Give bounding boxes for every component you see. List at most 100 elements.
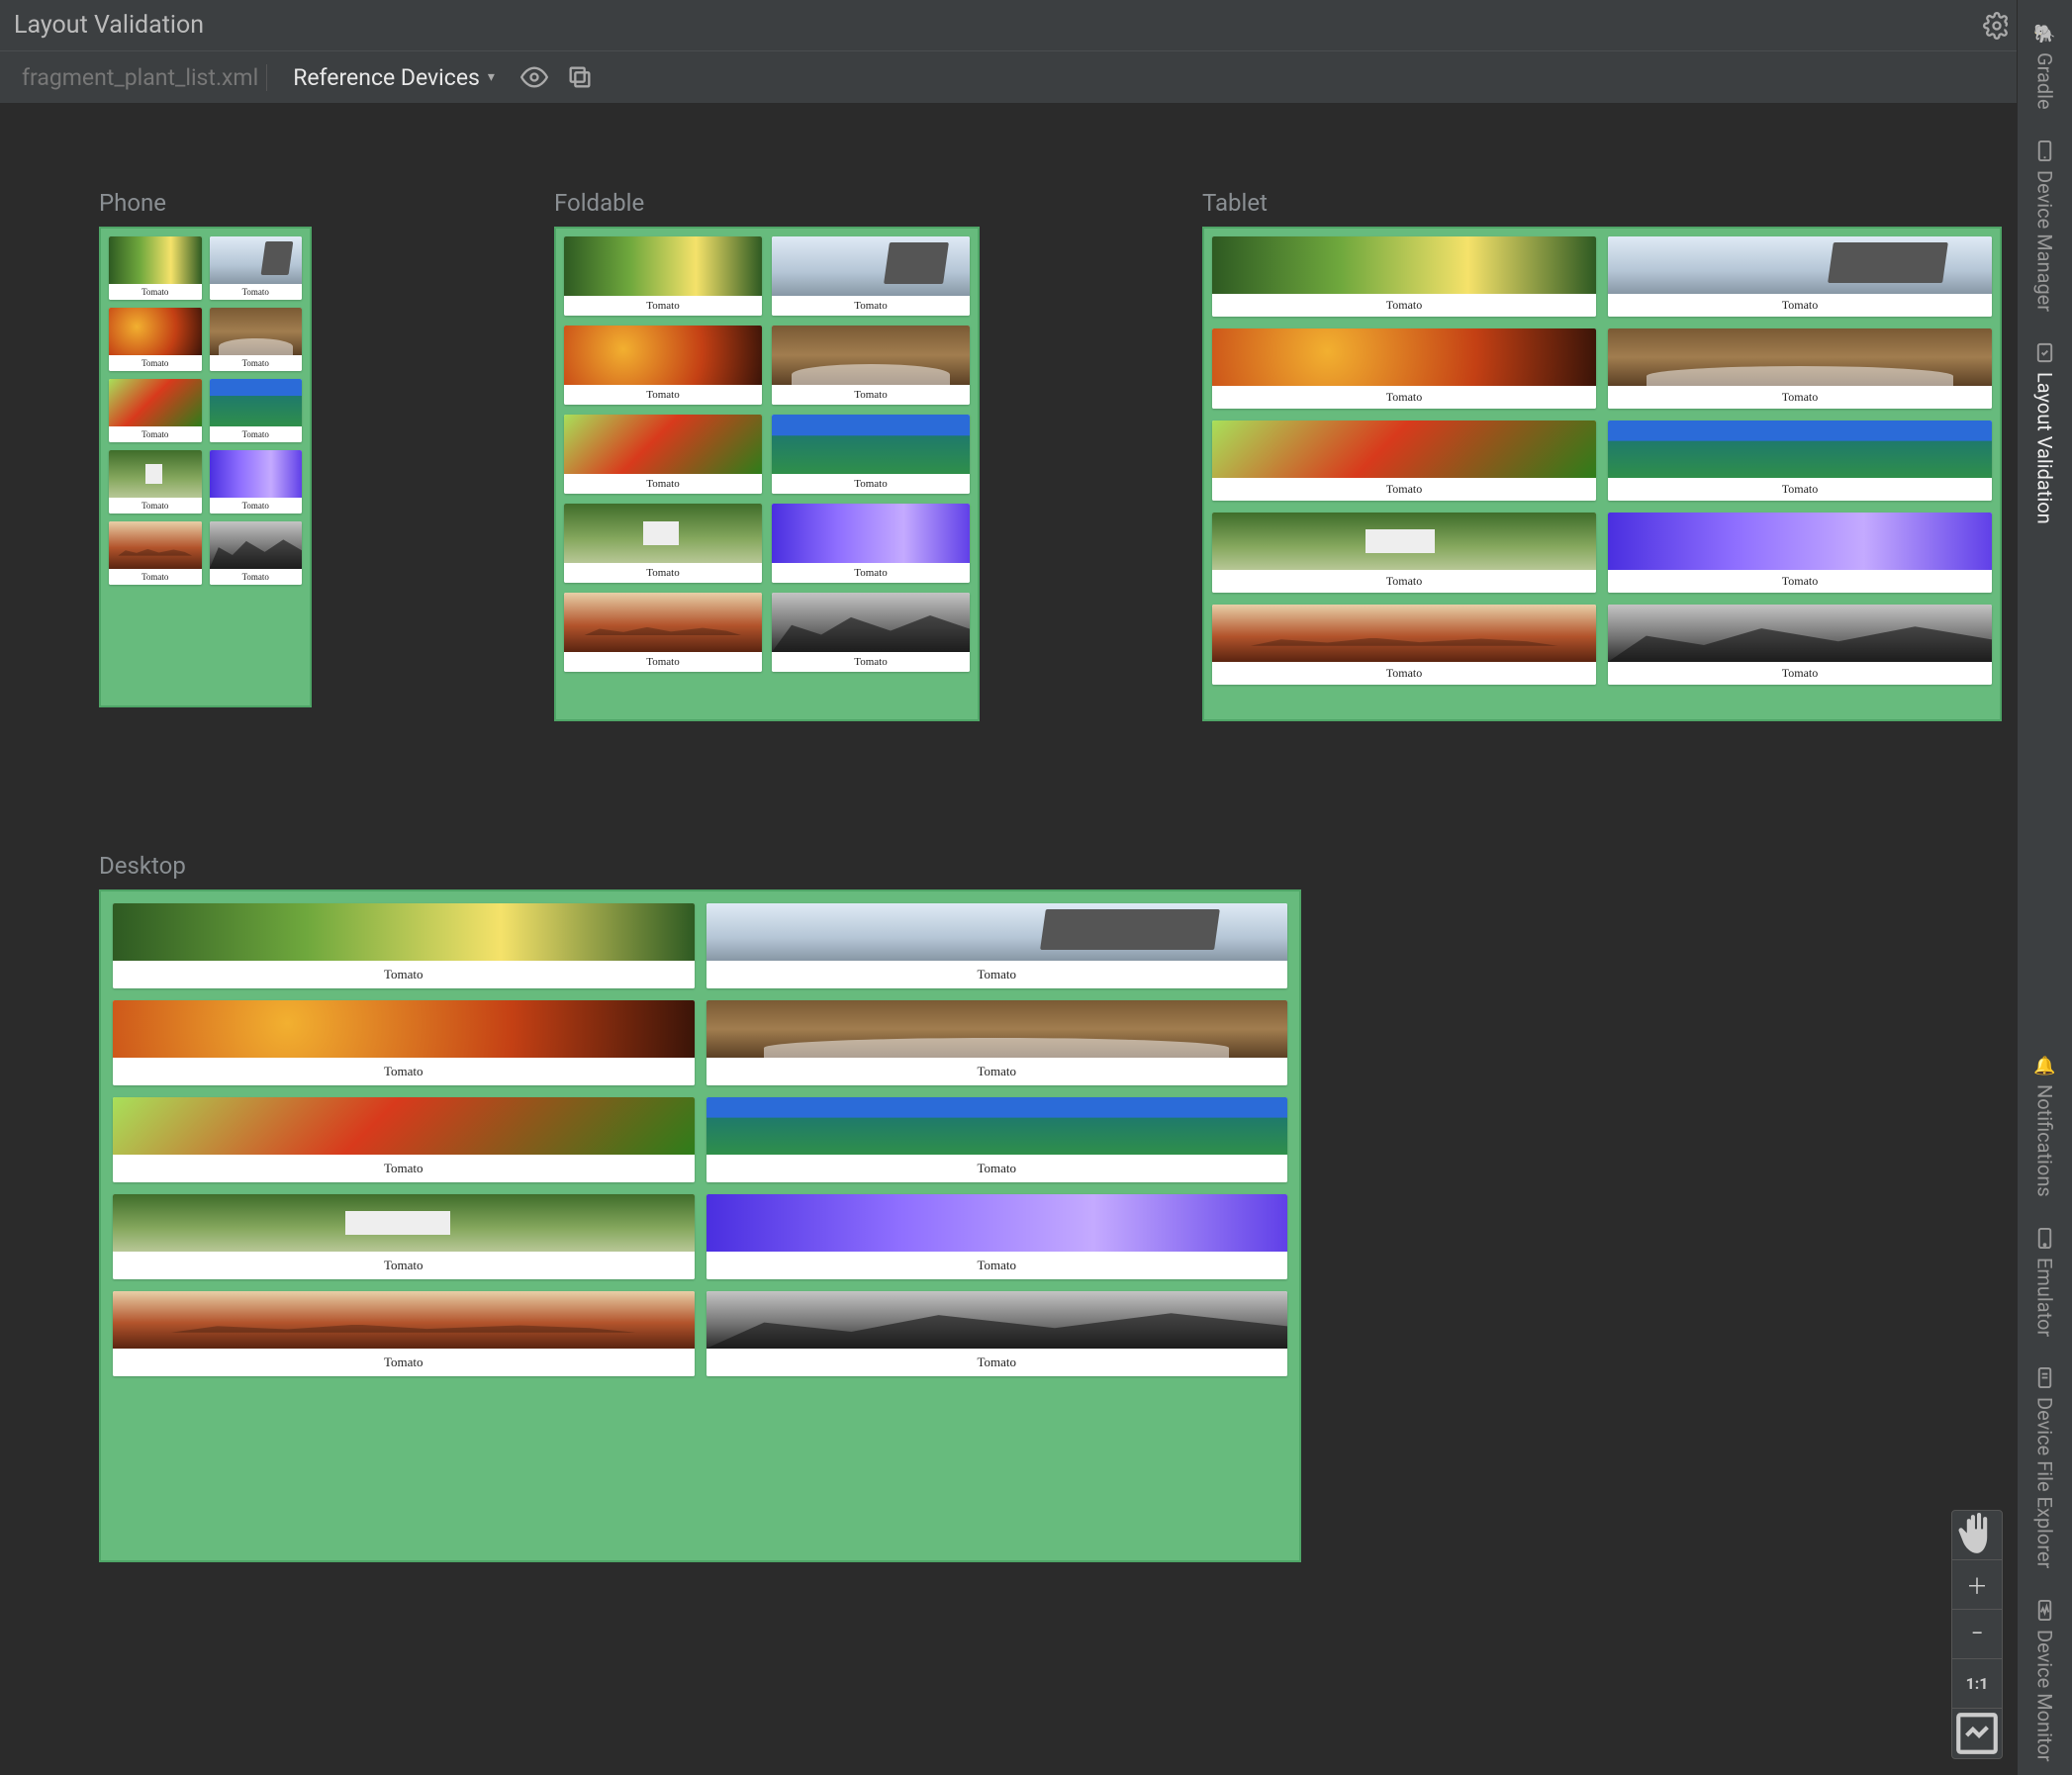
plant-card[interactable]: Tomato: [210, 450, 303, 514]
plant-image: [113, 903, 695, 961]
device-frame-foldable[interactable]: Tomato Tomato Tomato Tomato Tomato Tomat…: [554, 227, 980, 721]
rail-label: Layout Validation: [2033, 372, 2057, 524]
plant-image: [706, 1291, 1288, 1349]
plant-card[interactable]: Tomato: [564, 593, 762, 672]
device-frame-tablet[interactable]: Tomato Tomato Tomato Tomato Tomato Tomat…: [1202, 227, 2002, 721]
plant-card[interactable]: Tomato: [210, 521, 303, 585]
zoom-actual-button[interactable]: 1:1: [1952, 1659, 2002, 1709]
plant-card[interactable]: Tomato: [113, 1000, 695, 1085]
plant-name: Tomato: [1608, 386, 1992, 409]
plant-image: [772, 415, 970, 474]
plant-card[interactable]: Tomato: [210, 236, 303, 300]
plant-name: Tomato: [210, 355, 303, 371]
plant-card[interactable]: Tomato: [113, 1194, 695, 1279]
plant-card[interactable]: Tomato: [706, 1097, 1288, 1182]
overlapping-windows-icon[interactable]: [566, 63, 594, 91]
right-tool-rail: 🐘 Gradle Device Manager Layout Validatio…: [2017, 0, 2072, 1775]
plant-card[interactable]: Tomato: [113, 1097, 695, 1182]
plant-card[interactable]: Tomato: [564, 236, 762, 316]
plant-card[interactable]: Tomato: [1608, 328, 1992, 409]
plant-name: Tomato: [1212, 662, 1596, 685]
rail-item-device-file-explorer[interactable]: Device File Explorer: [2029, 1353, 2061, 1582]
plant-card[interactable]: Tomato: [210, 379, 303, 442]
device-manager-icon: [2033, 140, 2056, 162]
plant-grid: Tomato Tomato Tomato Tomato Tomato Tomat…: [1212, 236, 1992, 685]
plant-card[interactable]: Tomato: [113, 903, 695, 988]
plant-card[interactable]: Tomato: [772, 593, 970, 672]
plant-card[interactable]: Tomato: [109, 236, 202, 300]
plant-name: Tomato: [772, 385, 970, 405]
plant-image: [564, 236, 762, 296]
plant-card[interactable]: Tomato: [772, 326, 970, 405]
plant-card[interactable]: Tomato: [564, 415, 762, 494]
plant-card[interactable]: Tomato: [113, 1291, 695, 1376]
rail-item-device-monitor[interactable]: Device Monitor: [2029, 1585, 2061, 1775]
plant-name: Tomato: [1212, 570, 1596, 593]
visibility-icon[interactable]: [520, 63, 548, 91]
zoom-fit-button[interactable]: [1952, 1709, 2002, 1758]
plant-name: Tomato: [706, 1349, 1288, 1376]
plant-card[interactable]: Tomato: [1212, 513, 1596, 593]
rail-item-gradle[interactable]: 🐘 Gradle: [2029, 10, 2061, 124]
plant-card[interactable]: Tomato: [109, 308, 202, 371]
plant-name: Tomato: [772, 652, 970, 672]
plant-name: Tomato: [1212, 386, 1596, 409]
device-frame-desktop[interactable]: Tomato Tomato Tomato Tomato Tomato Tomat…: [99, 889, 1301, 1562]
plant-card[interactable]: Tomato: [706, 1000, 1288, 1085]
plant-name: Tomato: [113, 1155, 695, 1182]
plant-card[interactable]: Tomato: [1212, 420, 1596, 501]
plant-image: [113, 1097, 695, 1155]
plant-card[interactable]: Tomato: [1608, 605, 1992, 685]
gear-icon[interactable]: [1983, 12, 2011, 40]
plant-card[interactable]: Tomato: [1608, 236, 1992, 317]
plant-name: Tomato: [210, 569, 303, 585]
chevron-down-icon: ▾: [488, 69, 495, 85]
rail-item-layout-validation[interactable]: Layout Validation: [2029, 327, 2061, 538]
plant-card[interactable]: Tomato: [772, 415, 970, 494]
plant-image: [210, 521, 303, 569]
plant-name: Tomato: [113, 1058, 695, 1085]
plant-card[interactable]: Tomato: [1212, 236, 1596, 317]
emulator-icon: [2033, 1227, 2056, 1250]
rail-item-notifications[interactable]: 🔔 Notifications: [2029, 1042, 2061, 1211]
plant-card[interactable]: Tomato: [772, 236, 970, 316]
plant-card[interactable]: Tomato: [564, 326, 762, 405]
rail-item-emulator[interactable]: Emulator: [2029, 1213, 2061, 1351]
plant-card[interactable]: Tomato: [109, 450, 202, 514]
rail-label: Device Manager: [2033, 170, 2057, 312]
device-frame-phone[interactable]: Tomato Tomato Tomato Tomato Tomato Tomat…: [99, 227, 312, 707]
plant-card[interactable]: Tomato: [1608, 420, 1992, 501]
rail-item-device-manager[interactable]: Device Manager: [2029, 126, 2061, 326]
plant-card[interactable]: Tomato: [1212, 605, 1596, 685]
device-preview-phone: Phone Tomato Tomato Tomato Tomato Tomato…: [99, 189, 327, 707]
preview-canvas[interactable]: Phone Tomato Tomato Tomato Tomato Tomato…: [0, 115, 2013, 1775]
plant-image: [113, 1291, 695, 1349]
plant-card[interactable]: Tomato: [210, 308, 303, 371]
plant-card[interactable]: Tomato: [706, 903, 1288, 988]
plant-card[interactable]: Tomato: [706, 1194, 1288, 1279]
plant-image: [1212, 236, 1596, 294]
plant-image: [1608, 513, 1992, 570]
plant-image: [772, 236, 970, 296]
pan-button[interactable]: [1952, 1511, 2002, 1560]
plant-name: Tomato: [109, 426, 202, 442]
plant-image: [109, 379, 202, 426]
plant-image: [210, 308, 303, 355]
tab-filename[interactable]: fragment_plant_list.xml: [14, 64, 267, 91]
plant-name: Tomato: [564, 652, 762, 672]
plant-card[interactable]: Tomato: [109, 379, 202, 442]
plant-card[interactable]: Tomato: [706, 1291, 1288, 1376]
plant-name: Tomato: [113, 1252, 695, 1279]
zoom-out-button[interactable]: −: [1952, 1610, 2002, 1659]
plant-name: Tomato: [109, 355, 202, 371]
plant-card[interactable]: Tomato: [1212, 328, 1596, 409]
zoom-in-button[interactable]: ＋: [1952, 1560, 2002, 1610]
plant-card[interactable]: Tomato: [1608, 513, 1992, 593]
device-label-phone: Phone: [99, 189, 327, 217]
reference-devices-dropdown[interactable]: Reference Devices ▾: [285, 64, 503, 91]
plant-card[interactable]: Tomato: [109, 521, 202, 585]
plant-image: [706, 903, 1288, 961]
plant-card[interactable]: Tomato: [564, 504, 762, 583]
plant-card[interactable]: Tomato: [772, 504, 970, 583]
plant-name: Tomato: [564, 474, 762, 494]
